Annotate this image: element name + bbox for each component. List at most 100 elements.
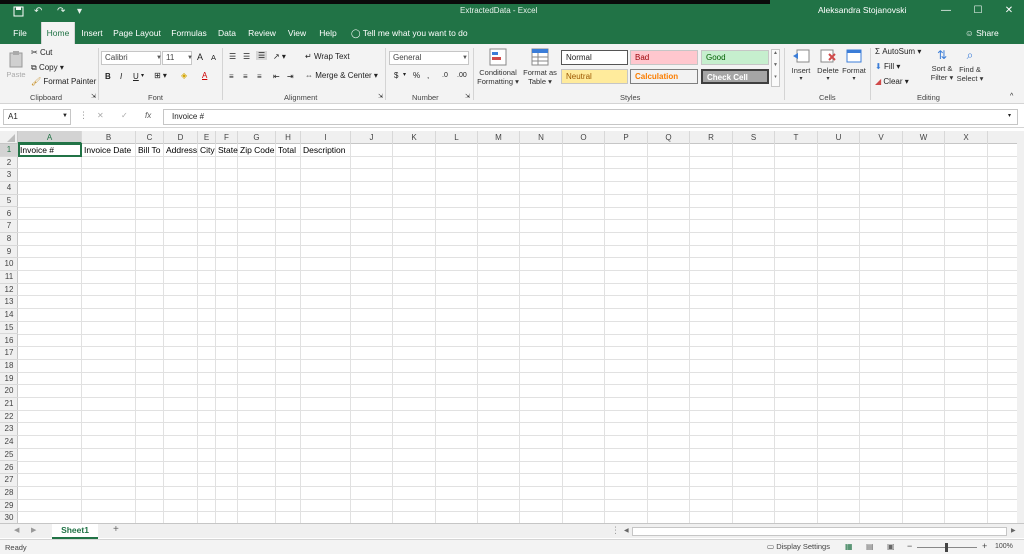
column-header[interactable]: C	[136, 131, 164, 144]
row-header[interactable]: 6	[0, 208, 18, 221]
borders-icon[interactable]: ⊞ ▾	[154, 71, 167, 80]
underline-button[interactable]: U	[133, 72, 139, 81]
row-header[interactable]: 22	[0, 411, 18, 424]
row-header[interactable]: 16	[0, 335, 18, 348]
undo-icon[interactable]: ↶	[34, 6, 42, 20]
row-header[interactable]: 4	[0, 182, 18, 195]
page-layout-view-icon[interactable]: ▤	[866, 542, 874, 551]
top-align-icon[interactable]: ☰	[229, 52, 236, 61]
restore-button[interactable]: ☐	[968, 3, 988, 19]
row-header[interactable]: 12	[0, 284, 18, 297]
row-header[interactable]: 8	[0, 233, 18, 246]
find-select-button[interactable]: ⌕ Find & Select ▾	[955, 48, 985, 92]
paste-button[interactable]: Paste	[5, 50, 27, 88]
column-header[interactable]: G	[238, 131, 276, 144]
column-header[interactable]: D	[164, 131, 198, 144]
prev-sheet-icon[interactable]: ◀	[14, 526, 19, 534]
share-button[interactable]: ☺ Share	[965, 22, 999, 44]
sheet-tab-sheet1[interactable]: Sheet1	[52, 524, 98, 539]
display-settings-button[interactable]: ▭ Display Settings	[767, 542, 830, 551]
column-header[interactable]: L	[436, 131, 478, 144]
bold-button[interactable]: B	[105, 72, 111, 81]
shrink-font-button[interactable]: A	[211, 53, 216, 62]
row-header[interactable]: 27	[0, 474, 18, 487]
row-header[interactable]: 23	[0, 423, 18, 437]
conditional-formatting-button[interactable]: Conditional Formatting ▾	[476, 48, 520, 92]
add-sheet-button[interactable]: +	[113, 524, 119, 535]
row-header[interactable]: 13	[0, 296, 18, 310]
insert-function-icon[interactable]: fx	[145, 111, 151, 120]
tab-formulas[interactable]: Formulas	[169, 22, 209, 44]
font-color-button[interactable]: A	[202, 71, 207, 80]
column-header[interactable]: E	[198, 131, 216, 144]
row-header[interactable]: 26	[0, 462, 18, 475]
autosum-button[interactable]: Σ AutoSum ▾	[875, 47, 921, 56]
middle-align-icon[interactable]: ☰	[243, 52, 250, 61]
column-header[interactable]: N	[520, 131, 563, 144]
row-header[interactable]: 15	[0, 322, 18, 335]
style-bad[interactable]: Bad	[630, 50, 698, 65]
customize-qat-icon[interactable]: ▾	[77, 6, 82, 20]
row-header[interactable]: 24	[0, 436, 18, 449]
bottom-align-icon[interactable]: ☰	[256, 51, 268, 60]
chevron-up-icon[interactable]: ▲	[772, 50, 779, 56]
column-header[interactable]: H	[276, 131, 301, 144]
format-as-table-button[interactable]: Format as Table ▾	[521, 48, 559, 92]
row-header[interactable]: 7	[0, 220, 18, 233]
comma-style-icon[interactable]: ,	[427, 71, 429, 80]
style-neutral[interactable]: Neutral	[561, 69, 628, 84]
decrease-decimal-icon[interactable]: .00	[457, 72, 467, 79]
select-all-button[interactable]	[0, 131, 18, 144]
row-header[interactable]: 30	[0, 512, 18, 523]
format-cells-button[interactable]: Format ▾	[841, 48, 867, 92]
column-header[interactable]: U	[818, 131, 860, 144]
zoom-in-button[interactable]: +	[982, 541, 987, 551]
number-format-select[interactable]: General	[389, 51, 469, 65]
font-family-select[interactable]: Calibri	[101, 51, 161, 65]
row-header[interactable]: 19	[0, 373, 18, 386]
clipboard-launcher-icon[interactable]: ⇲	[91, 93, 96, 100]
style-check-cell[interactable]: Check Cell	[701, 69, 769, 84]
merge-center-button[interactable]: ⇔ Merge & Center ▾	[305, 71, 378, 80]
chevron-down-icon[interactable]: ▼	[62, 113, 68, 119]
increase-decimal-icon[interactable]: .0	[442, 72, 448, 79]
zoom-slider-thumb[interactable]	[945, 543, 948, 552]
horizontal-scrollbar[interactable]	[632, 527, 1007, 536]
column-header[interactable]: O	[563, 131, 605, 144]
clear-button[interactable]: ◢ Clear ▾	[875, 77, 909, 86]
copy-button[interactable]: ⧉ Copy ▾	[31, 63, 64, 73]
column-header[interactable]: P	[605, 131, 648, 144]
alignment-launcher-icon[interactable]: ⇲	[378, 93, 383, 100]
row-header[interactable]: 11	[0, 271, 18, 284]
close-button[interactable]: ✕	[999, 3, 1019, 19]
row-header[interactable]: 3	[0, 169, 18, 183]
vertical-scrollbar[interactable]	[1017, 131, 1024, 523]
italic-button[interactable]: I	[120, 72, 122, 81]
row-header[interactable]: 21	[0, 398, 18, 411]
style-calculation[interactable]: Calculation	[630, 69, 698, 84]
zoom-out-button[interactable]: −	[907, 541, 912, 551]
enter-entry-icon[interactable]: ✓	[121, 111, 128, 120]
style-good[interactable]: Good	[701, 50, 769, 65]
column-header[interactable]: Q	[648, 131, 690, 144]
grow-font-button[interactable]: A	[197, 52, 203, 62]
tab-data[interactable]: Data	[215, 22, 239, 44]
save-icon[interactable]	[13, 6, 24, 20]
align-right-icon[interactable]: ≡	[257, 72, 262, 81]
column-header[interactable]: X	[945, 131, 988, 144]
row-header[interactable]: 1	[0, 144, 18, 157]
row-header[interactable]: 29	[0, 500, 18, 513]
column-header[interactable]: J	[351, 131, 393, 144]
format-painter-button[interactable]: 🖌 Format Painter	[31, 77, 96, 86]
tab-file[interactable]: File	[8, 22, 32, 44]
column-header[interactable]: I	[301, 131, 351, 144]
tab-help[interactable]: Help	[316, 22, 340, 44]
minimize-button[interactable]: —	[936, 3, 956, 19]
sort-filter-button[interactable]: ⇅ Sort & Filter ▾	[929, 48, 955, 92]
number-launcher-icon[interactable]: ⇲	[465, 93, 470, 100]
row-header[interactable]: 2	[0, 157, 18, 170]
zoom-level[interactable]: 100%	[995, 543, 1013, 550]
next-sheet-icon[interactable]: ▶	[31, 526, 36, 534]
normal-view-icon[interactable]: ▦	[845, 542, 853, 551]
increase-indent-icon[interactable]: ⇥	[287, 72, 294, 81]
